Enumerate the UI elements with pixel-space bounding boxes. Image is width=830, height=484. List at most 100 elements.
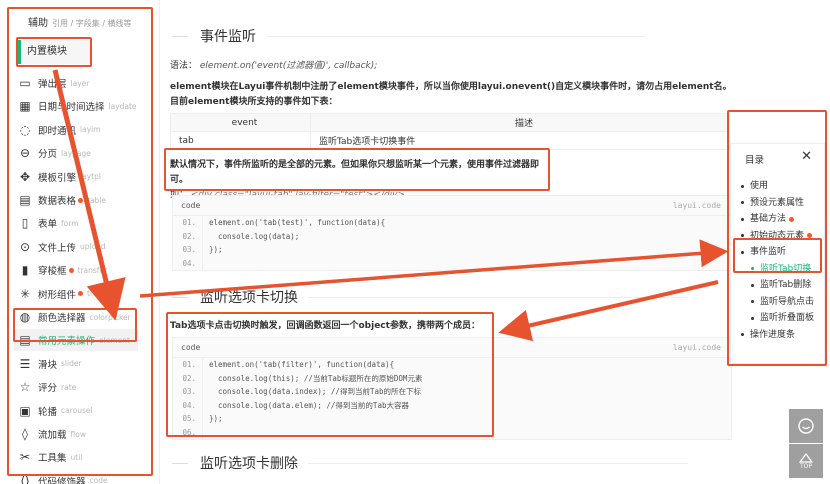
- sidebar-item-element[interactable]: ▤ 常用元素操作 element: [14, 329, 138, 352]
- code-line: 05.});: [173, 412, 731, 426]
- sidebar-item-label: 穿梭框: [38, 266, 67, 278]
- page-icon: ⊖: [19, 146, 31, 161]
- sidebar-item-module-name: carousel: [61, 406, 93, 416]
- sidebar-item-laytpl[interactable]: ✥ 模板引擎 laytpl: [18, 166, 101, 188]
- title-divider: [172, 296, 188, 298]
- sidebar: 辅助 引用 / 字段集 / 横线等 内置模块 ▭ 弹出层 layer ▦ 日期与时间选择 l…: [0, 0, 160, 484]
- intro-paragraph: element模块在Layui事件机制中注册了element模块事件，所以当你使…: [170, 82, 732, 107]
- sidebar-section-header[interactable]: 辅助 引用 / 字段集 / 横线等: [28, 14, 132, 29]
- sidebar-item-module-name: util: [70, 452, 83, 462]
- toc-item[interactable]: 基础方法: [741, 211, 814, 228]
- sidebar-item-label: 工具集: [38, 453, 67, 465]
- chat-icon: ◌: [19, 122, 31, 137]
- close-icon[interactable]: ✕: [801, 149, 812, 164]
- sidebar-group-builtin-modules[interactable]: 内置模块: [18, 40, 90, 64]
- title-rule: [308, 296, 688, 298]
- toc-list: 使用预设元素属性 基础方法初始动态元素 事件监听监听Tab切换 监听Tab删除监听导航…: [741, 178, 814, 343]
- title-divider: [172, 35, 188, 37]
- new-badge-dot: [789, 216, 795, 222]
- sidebar-item-form[interactable]: ▯ 表单 form: [18, 212, 79, 234]
- sidebar-item-module-name: layer: [70, 78, 90, 88]
- sidebar-item-label: 轮播: [38, 406, 58, 418]
- events-table: event 描述 tab 监听Tab选项卡切换事件: [170, 113, 730, 150]
- code-line: 03. console.log(data.index); //得到当前Tab的所…: [173, 385, 731, 399]
- sidebar-item-label: 即时通讯: [38, 125, 77, 137]
- palette-icon: ◍: [19, 310, 31, 324]
- sidebar-item-util[interactable]: ✂ 工具集 util: [18, 446, 82, 468]
- section-title-text: 监听选项卡删除: [200, 456, 298, 472]
- toc-item[interactable]: 监听导航点击: [741, 294, 814, 311]
- toc-item-label: 预设元素属性: [750, 197, 805, 208]
- line-number: 02.: [173, 229, 203, 243]
- doc-content: 事件监听 语法： element.on('event(过滤器值)', callb…: [160, 0, 732, 484]
- sidebar-item-layer[interactable]: ▭ 弹出层 layer: [18, 72, 89, 94]
- title-rule: [266, 35, 646, 37]
- code-block-header: code layui.code: [173, 196, 731, 216]
- code-label: code: [181, 343, 201, 352]
- line-number: 01.: [173, 216, 203, 230]
- slider-icon: ☰: [19, 356, 31, 371]
- sidebar-item-code[interactable]: ⟨⟩ 代码修饰器 code: [18, 470, 107, 484]
- sidebar-item-laypage[interactable]: ⊖ 分页 laypage: [18, 142, 91, 164]
- sidebar-item-rate[interactable]: ☆ 评分 rate: [18, 376, 77, 398]
- sidebar-item-transfer[interactable]: ▮ 穿梭框 transfer: [18, 259, 107, 281]
- sidebar-header-subtitle: 引用 / 字段集 / 横线等: [52, 19, 132, 28]
- sidebar-item-slider[interactable]: ☰ 滑块 slider: [18, 353, 82, 375]
- code-line: 03.});: [173, 243, 731, 257]
- toc-item-label: 使用: [750, 181, 769, 191]
- sidebar-item-module-name: layim: [80, 125, 101, 135]
- toc-item[interactable]: 监听Tab切换: [741, 261, 814, 278]
- table-header-row: event 描述: [170, 113, 730, 132]
- toc-item[interactable]: 预设元素属性: [741, 195, 814, 212]
- title-divider: [172, 462, 188, 464]
- toc-title: 目录: [745, 155, 765, 166]
- new-badge-dot: [807, 233, 813, 239]
- upload-icon: ⊙: [19, 239, 31, 254]
- sidebar-item-carousel[interactable]: ▣ 轮播 carousel: [18, 400, 93, 422]
- code-line: 02. console.log(this); //当前Tab标题所在的原始DOM…: [173, 371, 731, 385]
- sidebar-item-label: 日期与时间选择: [38, 102, 105, 114]
- toc-item-label: 监听折叠面板: [760, 313, 815, 323]
- sidebar-item-layim[interactable]: ◌ 即时通讯 layim: [18, 119, 101, 141]
- code-text: });: [209, 245, 223, 254]
- toc-item[interactable]: 操作进度条: [741, 327, 814, 344]
- tree-icon: ✳: [19, 286, 31, 301]
- back-to-top-button[interactable]: TOP: [789, 444, 823, 478]
- sidebar-item-label: 分页: [38, 149, 58, 161]
- sidebar-item-colorpicker[interactable]: ◍ 颜色选择器 colorpicker: [18, 306, 131, 328]
- code-label: code: [181, 201, 201, 210]
- sidebar-item-table[interactable]: ▤ 数据表格 table: [18, 189, 106, 211]
- code-text: console.log(data.elem); //得到当前的Tab大容器: [209, 400, 409, 410]
- toc-item[interactable]: 初始动态元素: [741, 228, 814, 245]
- sidebar-item-module-name: element: [99, 335, 130, 345]
- sidebar-item-label: 滑块: [38, 359, 58, 371]
- toc-item-label: 监听Tab删除: [760, 280, 812, 290]
- sidebar-item-label: 流加载: [38, 430, 67, 441]
- tab-switch-paragraph: Tab选项卡点击切换时触发，回调函数返回一个object参数，携带两个成员：: [170, 321, 480, 331]
- sidebar-item-module-name: table: [87, 195, 107, 205]
- sidebar-item-flow[interactable]: ◊ 流加载 flow: [18, 423, 86, 445]
- code-text: element.on('tab(test)', function(data){: [209, 218, 386, 227]
- toc-item[interactable]: 监听折叠面板: [741, 310, 814, 327]
- section-title-event-listen: 事件监听: [172, 26, 646, 46]
- chat-bubble-icon[interactable]: [789, 409, 823, 443]
- toc-item[interactable]: 使用: [741, 178, 814, 195]
- code-source: layui.code: [672, 343, 721, 352]
- bullet-icon: [751, 300, 754, 304]
- toc-item[interactable]: 监听Tab删除: [741, 277, 814, 294]
- toc-item-label: 操作进度条: [750, 329, 796, 340]
- sidebar-item-laydate[interactable]: ▦ 日期与时间选择 laydate: [18, 95, 137, 117]
- toc-item[interactable]: 事件监听: [741, 244, 814, 261]
- line-number: 04.: [173, 398, 203, 412]
- sidebar-item-tree[interactable]: ✳ 树形组件 tree: [18, 283, 102, 305]
- toc-item-label: 基础方法: [750, 214, 787, 224]
- toc-item-label: 监听Tab切换: [760, 263, 812, 274]
- sidebar-item-label: 颜色选择器: [38, 313, 86, 324]
- line-number: 05.: [173, 412, 203, 426]
- sidebar-item-upload[interactable]: ⊙ 文件上传 upload: [18, 236, 106, 258]
- calendar-icon: ▦: [19, 99, 31, 114]
- sidebar-item-module-name: laydate: [108, 101, 137, 111]
- syntax-label: 语法：: [170, 61, 198, 71]
